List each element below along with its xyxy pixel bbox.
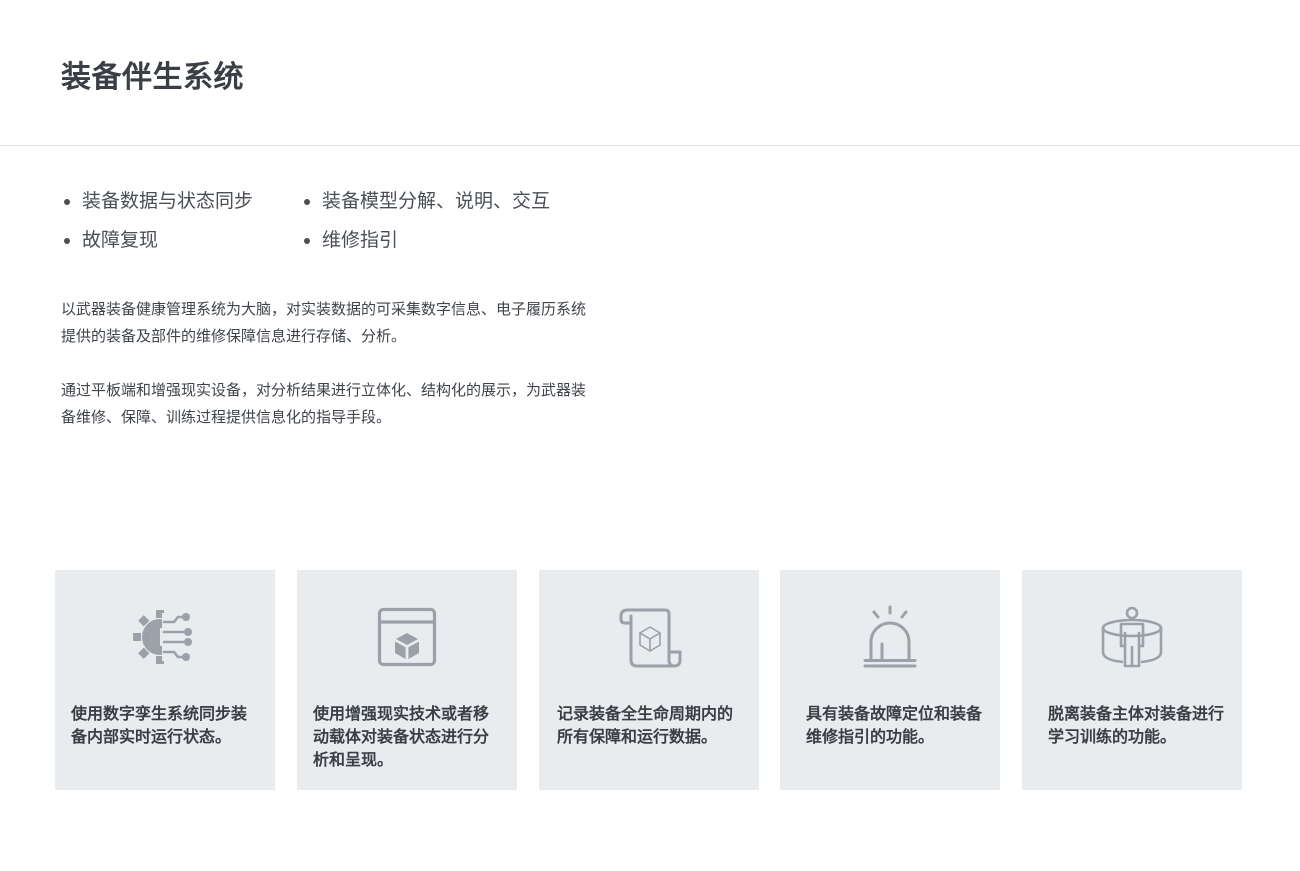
description-paragraph: 通过平板端和增强现实设备，对分析结果进行立体化、结构化的展示，为武器装备维修、保… xyxy=(61,381,587,426)
feature-card: 脱离装备主体对装备进行学习训练的功能。 xyxy=(1022,570,1242,790)
window-cube-icon xyxy=(372,602,442,672)
page-title: 装备伴生系统 xyxy=(61,60,244,95)
card-description: 脱离装备主体对装备进行学习训练的功能。 xyxy=(1048,704,1225,746)
page-header: 装备伴生系统 xyxy=(0,0,1300,146)
feature-item: 故障复现 xyxy=(61,225,158,255)
feature-item: 维修指引 xyxy=(301,225,398,255)
card-description: 记录装备全生命周期内的所有保障和运行数据。 xyxy=(557,704,734,746)
feature-card: 具有装备故障定位和装备维修指引的功能。 xyxy=(780,570,1000,790)
feature-card: 使用数字孪生系统同步装备内部实时运行状态。 xyxy=(55,570,275,790)
person-cylinder-icon xyxy=(1097,602,1167,672)
feature-card: 记录装备全生命周期内的所有保障和运行数据。 xyxy=(539,570,759,790)
card-description: 使用数字孪生系统同步装备内部实时运行状态。 xyxy=(71,704,248,746)
card-description: 使用增强现实技术或者移动载体对装备状态进行分析和呈现。 xyxy=(313,704,490,769)
gear-circuit-icon xyxy=(130,602,200,672)
description-paragraph: 以武器装备健康管理系统为大脑，对实装数据的可采集数字信息、电子履历系统提供的装备… xyxy=(61,300,587,345)
feature-item: 装备模型分解、说明、交互 xyxy=(301,186,550,216)
alarm-light-icon xyxy=(855,602,925,672)
feature-item: 装备数据与状态同步 xyxy=(61,186,253,216)
scroll-cube-icon xyxy=(614,602,684,672)
card-description: 具有装备故障定位和装备维修指引的功能。 xyxy=(806,704,983,746)
feature-card: 使用增强现实技术或者移动载体对装备状态进行分析和呈现。 xyxy=(297,570,517,790)
